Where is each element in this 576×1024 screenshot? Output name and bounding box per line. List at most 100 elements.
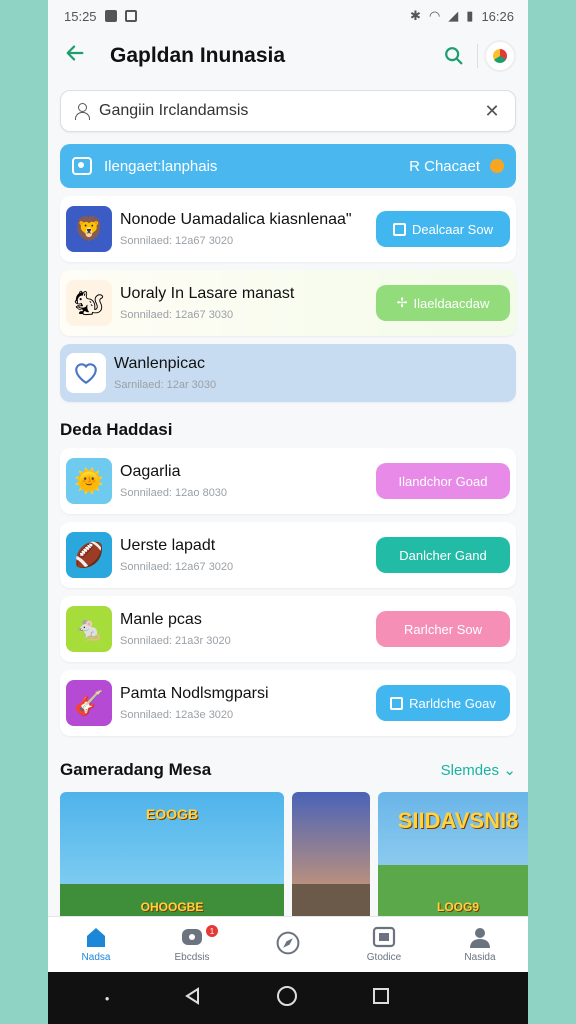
game-meta: Sonnilaed: 12a67 3020 bbox=[120, 561, 234, 573]
back-arrow-icon[interactable] bbox=[64, 42, 104, 71]
section-title: Deda Haddasi bbox=[60, 420, 173, 439]
search-bar: ✕ bbox=[60, 90, 516, 132]
wishlist-item[interactable]: Wanlenpicac Sarnilaed: 12ar 3030 bbox=[60, 344, 516, 402]
wifi-icon: ◠ bbox=[428, 8, 441, 23]
download-button[interactable]: Danlcher Gand bbox=[376, 537, 510, 573]
download-button[interactable]: Dealcaar Sow bbox=[376, 211, 510, 247]
chevron-down-icon: ⌄ bbox=[503, 761, 516, 779]
compass-icon bbox=[276, 931, 300, 954]
search-input[interactable] bbox=[99, 102, 481, 120]
card-subtitle: LOOG9 bbox=[436, 900, 479, 914]
nav-item-home[interactable]: Nadsa bbox=[48, 917, 144, 972]
nav-item-profile[interactable]: Nasida bbox=[432, 917, 528, 972]
featured-item[interactable]: 🐿 Uoraly In Lasare manast Sonnilaed: 12a… bbox=[60, 270, 516, 336]
game-row[interactable]: 🌞 Oagarlia Sonnilaed: 12ao 8030 Ilandcho… bbox=[60, 448, 516, 514]
profile-icon bbox=[468, 926, 492, 948]
game-meta: Sonnilaed: 12ao 8030 bbox=[120, 487, 228, 499]
game-carousel: EOOGB OHOOGBE SIIDAVSNI8 LOOG9 bbox=[48, 792, 528, 924]
see-more-link[interactable]: Slemdes ⌄ bbox=[441, 761, 516, 780]
download-button[interactable]: Rarldche Goav bbox=[376, 685, 510, 721]
signal-icon: ◢ bbox=[448, 8, 459, 23]
status-bar: 15:25 ✱ ◠ ◢ ▮ 16:26 bbox=[48, 0, 528, 32]
game-thumbnail: 🏈 bbox=[66, 532, 112, 578]
game-title: Uoraly In Lasare manast bbox=[120, 285, 295, 302]
game-row[interactable]: 🏈 Uerste lapadt Sonnilaed: 12a67 3020 Da… bbox=[60, 522, 516, 588]
game-title: Nonode Uamadalica kiasnlenaa" bbox=[120, 211, 352, 228]
card-subtitle: OHOOGBE bbox=[140, 900, 204, 914]
page-title: Gapldan Inunasia bbox=[110, 44, 286, 67]
download-button-label: Rarldche Goav bbox=[409, 695, 496, 711]
notification-icon bbox=[104, 10, 117, 22]
nav-label: Gtodice bbox=[366, 952, 402, 963]
download-button-label: Ilaeldaacdaw bbox=[413, 295, 490, 311]
back-triangle-icon[interactable] bbox=[183, 986, 203, 1011]
game-meta: Sonnilaed: 21a3r 3020 bbox=[120, 635, 231, 647]
game-thumbnail: 🦁 bbox=[66, 206, 112, 252]
featured-item[interactable]: 🦁 Nonode Uamadalica kiasnlenaa" Sonnilae… bbox=[60, 196, 516, 262]
download-button[interactable]: Rarlcher Sow bbox=[376, 611, 510, 647]
banner-right-text: R Chacaet bbox=[409, 157, 480, 175]
coin-icon bbox=[490, 159, 504, 173]
banner-text: Ilengaet:lanphais bbox=[104, 157, 218, 175]
download-button-label: Ilandchor Goad bbox=[398, 473, 488, 489]
plus-icon: ✢ bbox=[396, 295, 408, 310]
game-thumbnail: 🐿 bbox=[66, 280, 112, 326]
person-icon bbox=[73, 102, 91, 120]
see-more-label: Slemdes bbox=[440, 761, 499, 779]
nav-item-explore[interactable] bbox=[240, 917, 336, 972]
carousel-card[interactable] bbox=[292, 792, 370, 924]
game-title: Oagarlia bbox=[120, 463, 181, 480]
game-row[interactable]: 🐁 Manle pcas Sonnilaed: 21a3r 3020 Rarlc… bbox=[60, 596, 516, 662]
library-icon bbox=[372, 926, 396, 948]
nav-label: Ebcdsis bbox=[174, 952, 210, 963]
status-time-left: 15:25 bbox=[64, 8, 97, 24]
status-time-right: 16:26 bbox=[481, 8, 514, 24]
game-meta: Sonnilaed: 12a67 3030 bbox=[120, 309, 234, 321]
nav-label: Nasida bbox=[464, 952, 496, 963]
recents-square-icon[interactable] bbox=[372, 987, 390, 1010]
download-icon bbox=[390, 696, 404, 710]
notification-badge: 1 bbox=[206, 925, 218, 937]
download-button[interactable]: ✢ Ilaeldaacdaw bbox=[376, 285, 510, 321]
heart-icon bbox=[66, 353, 106, 393]
nav-item-library[interactable]: Gtodice bbox=[336, 917, 432, 972]
avatar[interactable] bbox=[484, 40, 516, 72]
more-section-header: Gameradang Mesa Slemdes ⌄ bbox=[60, 760, 516, 780]
avatar-logo-icon bbox=[493, 49, 507, 63]
more-section-title: Gameradang Mesa bbox=[60, 760, 212, 779]
home-circle-icon[interactable] bbox=[276, 985, 298, 1012]
game-title: Pamta Nodlsmgparsi bbox=[120, 685, 269, 702]
nav-label: Nadsa bbox=[81, 952, 111, 963]
dot-icon: ● bbox=[104, 993, 110, 1003]
game-meta: Sonnilaed: 12a3e 3020 bbox=[120, 709, 234, 721]
carousel-card[interactable]: EOOGB OHOOGBE bbox=[60, 792, 284, 924]
game-row[interactable]: 🎸 Pamta Nodlsmgparsi Sonnilaed: 12a3e 30… bbox=[60, 670, 516, 736]
gamepad-icon bbox=[180, 926, 204, 948]
close-icon[interactable]: ✕ bbox=[481, 101, 503, 122]
battery-icon: ▮ bbox=[466, 8, 474, 23]
game-thumbnail: 🌞 bbox=[66, 458, 112, 504]
card-title: EOOGB bbox=[145, 806, 199, 822]
card-title: SIIDAVSNI8 bbox=[397, 808, 519, 833]
download-button-label: Rarlcher Sow bbox=[403, 621, 483, 637]
home-icon bbox=[84, 926, 108, 948]
download-icon bbox=[393, 222, 407, 236]
system-nav-bar: ● bbox=[48, 972, 528, 1024]
bottom-nav: Nadsa 1 Ebcdsis Gtodice Nasida bbox=[48, 916, 528, 972]
game-title: Uerste lapadt bbox=[120, 537, 216, 554]
phone-screen: 15:25 ✱ ◠ ◢ ▮ 16:26 Gapldan Inunasia ✕ I… bbox=[48, 0, 528, 1024]
nav-item-games[interactable]: 1 Ebcdsis bbox=[144, 917, 240, 972]
carousel-card[interactable]: SIIDAVSNI8 LOOG9 bbox=[378, 792, 528, 924]
promo-banner[interactable]: Ilengaet:lanphais R Chacaet bbox=[60, 144, 516, 188]
divider bbox=[477, 44, 478, 68]
notification-icon-2 bbox=[124, 10, 137, 22]
download-button-label: Danlcher Gand bbox=[399, 547, 487, 563]
image-icon bbox=[72, 157, 92, 175]
wishlist-title: Wanlenpicac bbox=[114, 355, 206, 372]
wishlist-meta: Sarnilaed: 12ar 3030 bbox=[114, 379, 217, 391]
search-icon[interactable] bbox=[437, 39, 471, 73]
game-title: Manle pcas bbox=[120, 611, 202, 628]
game-meta: Sonnilaed: 12a67 3020 bbox=[120, 235, 234, 247]
download-button-label: Dealcaar Sow bbox=[412, 221, 493, 237]
download-button[interactable]: Ilandchor Goad bbox=[376, 463, 510, 499]
